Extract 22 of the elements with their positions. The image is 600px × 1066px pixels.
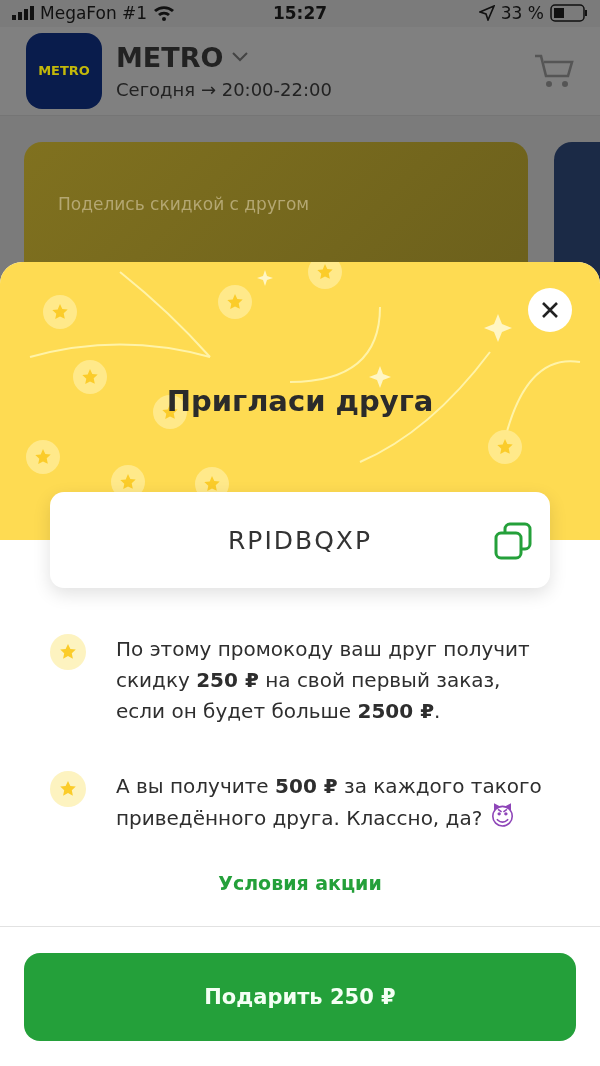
delivery-time: Сегодня → 20:00-22:00	[116, 78, 333, 100]
location-arrow-icon	[478, 5, 495, 22]
clock-time: 15:27	[272, 3, 328, 24]
promo-card-title: Поделись скидкой с другом	[58, 194, 310, 214]
sheet-title: Пригласи друга	[166, 384, 434, 418]
close-button[interactable]	[528, 288, 572, 332]
signal-icon	[12, 6, 34, 21]
terms-link[interactable]: Условия акции	[218, 872, 382, 894]
gift-button[interactable]: Подарить 250 ₽	[24, 953, 576, 1041]
cart-icon[interactable]	[534, 52, 574, 89]
battery-icon	[550, 4, 588, 23]
store-name[interactable]: METRO	[116, 41, 224, 73]
info-text: А вы получите 500 ₽ за каждого такого приведённого друга. Классно, да? 😈	[116, 774, 542, 830]
wifi-icon	[153, 5, 176, 22]
info-text: По этому промокоду ваш друг получит скидку 250 ₽ на свой первый заказ, если он будет больше 2500 ₽.	[116, 637, 530, 723]
promo-code: RPIDBQXP	[227, 525, 373, 555]
store-logo: METRO	[26, 32, 102, 109]
close-icon	[541, 301, 559, 319]
carrier-name: MegaFon #1	[40, 3, 148, 24]
copy-icon[interactable]	[494, 522, 532, 560]
battery-percent: 33 %	[500, 3, 544, 24]
chevron-down-icon[interactable]	[231, 51, 250, 64]
